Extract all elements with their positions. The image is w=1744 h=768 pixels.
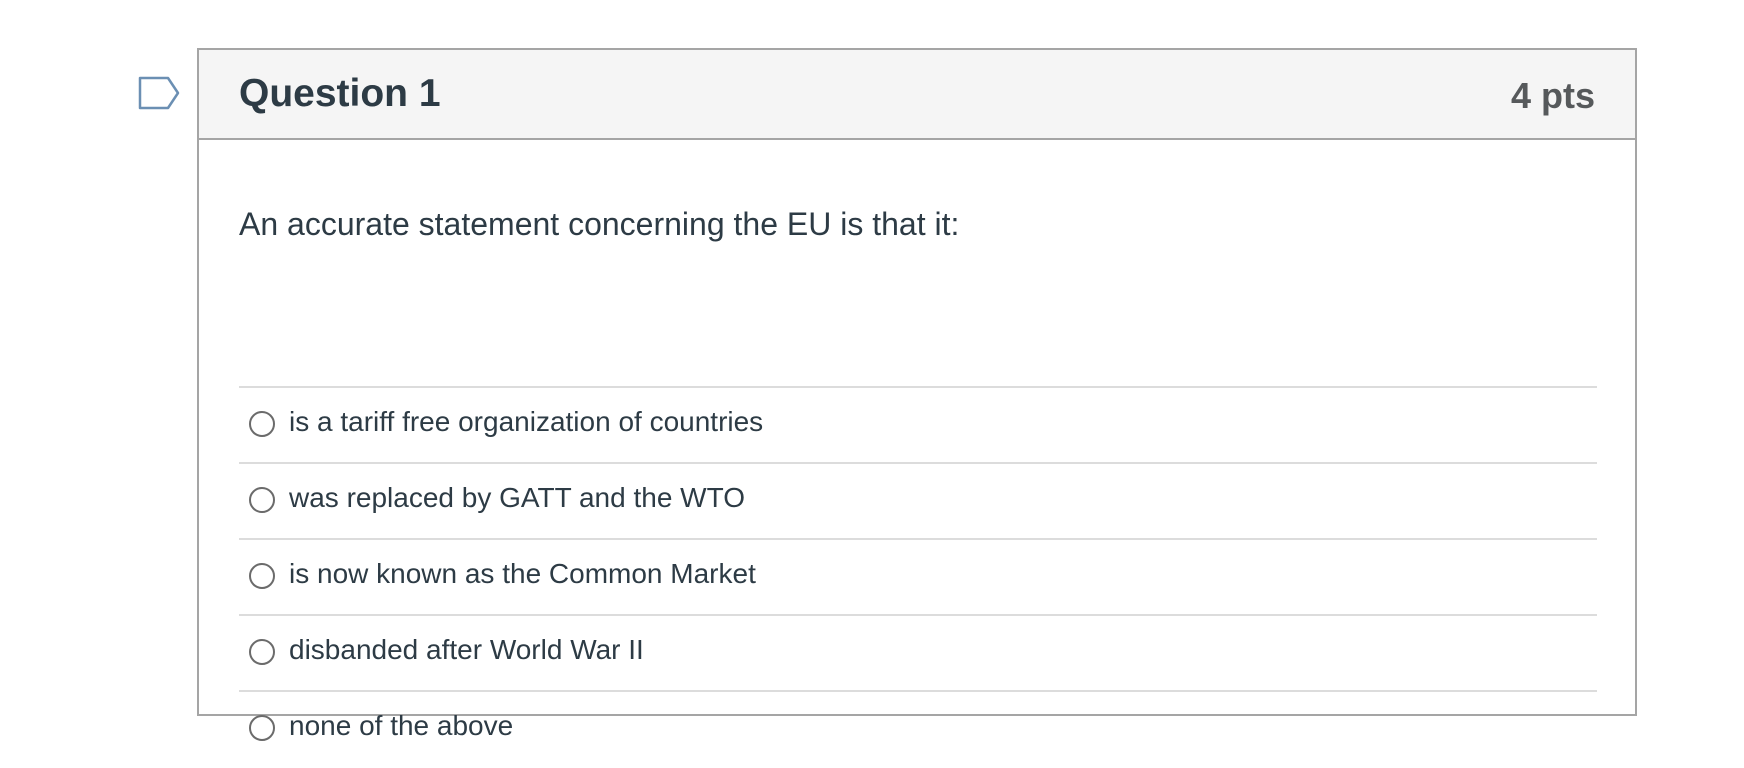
answer-label[interactable]: is now known as the Common Market [289, 556, 756, 592]
radio-unchecked-icon[interactable] [249, 411, 275, 437]
answer-option[interactable]: is now known as the Common Market [239, 538, 1597, 614]
answer-option[interactable]: is a tariff free organization of countri… [239, 386, 1597, 462]
answer-label[interactable]: disbanded after World War II [289, 632, 644, 668]
question-points: 4 pts [1510, 75, 1595, 116]
answer-label[interactable]: is a tariff free organization of countri… [289, 404, 763, 440]
radio-unchecked-icon[interactable] [249, 563, 275, 589]
question-text: An accurate statement concerning the EU … [239, 206, 960, 242]
quiz-page: Question 1 4 pts An accurate statement c… [0, 0, 1744, 768]
question-card: Question 1 4 pts An accurate statement c… [197, 48, 1637, 741]
answer-option[interactable]: disbanded after World War II [239, 614, 1597, 690]
radio-unchecked-icon[interactable] [249, 487, 275, 513]
flag-question-icon[interactable] [138, 76, 180, 110]
question-header: Question 1 4 pts [199, 50, 1635, 140]
answer-label[interactable]: none of the above [289, 708, 513, 744]
answer-label[interactable]: was replaced by GATT and the WTO [289, 480, 745, 516]
answer-option[interactable]: was replaced by GATT and the WTO [239, 462, 1597, 538]
radio-unchecked-icon[interactable] [249, 639, 275, 665]
question-title: Question 1 [239, 72, 441, 115]
radio-unchecked-icon[interactable] [249, 715, 275, 741]
answer-option[interactable]: none of the above [239, 690, 1597, 766]
answer-list: is a tariff free organization of countri… [239, 386, 1597, 766]
